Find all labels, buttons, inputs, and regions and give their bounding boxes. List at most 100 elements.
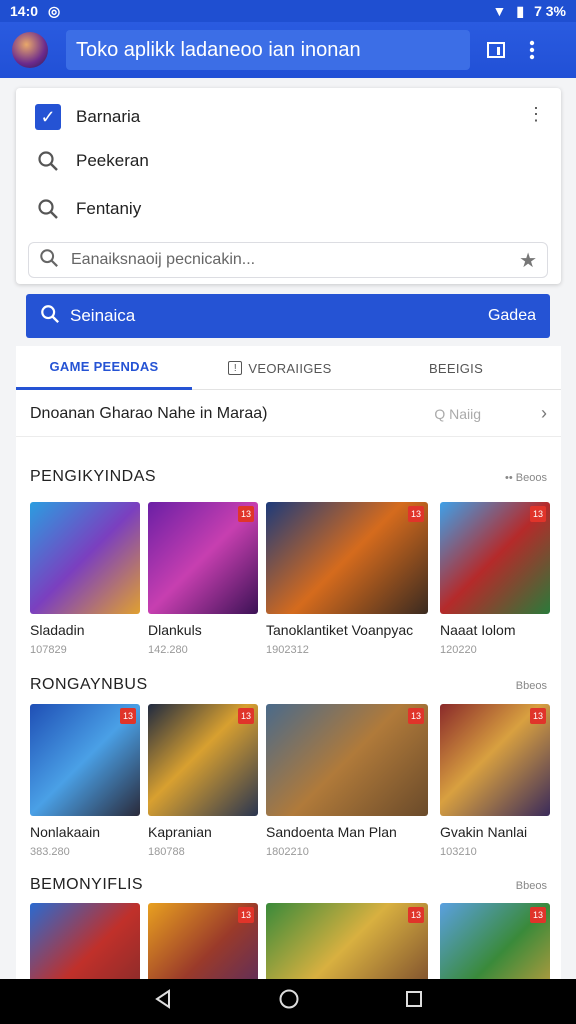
suggestion-item-2[interactable]: Peekeran xyxy=(34,146,149,176)
game-card[interactable]: 13 Nonlakaain 383.280 xyxy=(30,704,140,858)
age-rating-badge: 13 xyxy=(530,708,546,724)
suggestion-item-3[interactable]: Fentaniy xyxy=(34,194,141,224)
section-more-link[interactable]: Bbeos xyxy=(516,880,547,892)
game-thumbnail: 13 xyxy=(266,704,428,816)
chevron-right-icon: › xyxy=(541,403,547,423)
section-title: RONGAYNBUS xyxy=(30,676,148,693)
search-icon xyxy=(39,248,59,273)
game-thumbnail: 13 xyxy=(30,704,140,816)
game-title: Sandoenta Man Plan xyxy=(266,824,397,840)
section-title: PENGIKYINDAS xyxy=(30,468,157,485)
age-rating-badge: 13 xyxy=(238,506,254,522)
search-icon xyxy=(34,195,62,223)
back-icon[interactable] xyxy=(153,989,173,1014)
game-thumbnail: 13 xyxy=(440,903,550,979)
search-suggestions-dropdown: ✓ Barnaria ⋮ Peekeran Fentaniy Eanaiksna… xyxy=(16,88,561,284)
game-card[interactable]: 13 Dlankuls 142.280 xyxy=(148,502,258,656)
game-thumbnail xyxy=(30,502,140,614)
tab-beeigis[interactable]: BEEIGIS xyxy=(368,346,544,390)
game-title: Gvakin Nanlai xyxy=(440,824,528,840)
tab-bar: GAME PEENDAS ! VEORAIIGES BEEIGIS xyxy=(16,346,561,390)
game-thumbnail: 13 xyxy=(148,502,258,614)
game-card[interactable]: 13 xyxy=(148,903,258,979)
age-rating-badge: 13 xyxy=(408,506,424,522)
tab-veoraiiges[interactable]: ! VEORAIIGES xyxy=(192,346,368,390)
status-time: 14:0 xyxy=(10,3,39,19)
age-rating-badge: 13 xyxy=(408,708,424,724)
game-thumbnail: 13 xyxy=(148,704,258,816)
section-more-link[interactable]: •• Beoos xyxy=(505,472,547,484)
game-downloads: 1902312 xyxy=(266,644,309,656)
battery-level: 7 3% xyxy=(534,3,566,19)
suggestion-label: Barnaria xyxy=(76,107,141,126)
game-card[interactable]: 13 xyxy=(266,903,428,979)
more-vert-icon[interactable] xyxy=(522,40,542,60)
game-downloads: 107829 xyxy=(30,644,67,656)
suggestion-label: Fentaniy xyxy=(76,199,142,218)
age-rating-badge: 13 xyxy=(238,708,254,724)
avatar[interactable] xyxy=(12,32,48,68)
suggestion-item-1[interactable]: ✓ Barnaria xyxy=(34,102,140,132)
system-nav-bar xyxy=(0,979,576,1024)
game-title: Nonlakaain xyxy=(30,824,101,840)
age-rating-badge: 13 xyxy=(530,907,546,923)
game-downloads: 180788 xyxy=(148,846,185,858)
game-thumbnail: 13 xyxy=(440,502,550,614)
search-icon xyxy=(40,304,60,329)
age-rating-badge: 13 xyxy=(408,907,424,923)
notification-icon: ◎ xyxy=(48,2,61,19)
search-placeholder: Eanaiksnaoij pecnicakin... xyxy=(71,251,256,268)
app-bar: Toko aplikk ladaneoo ian inonan xyxy=(0,22,576,78)
game-title: Tanoklantiket Voanpyac xyxy=(266,622,414,638)
age-rating-badge: 13 xyxy=(120,708,136,724)
game-card[interactable]: 13 Gvakin Nanlai 103210 xyxy=(440,704,550,858)
age-rating-badge: 13 xyxy=(530,506,546,522)
info-icon: ! xyxy=(228,361,243,375)
game-title: Kapranian xyxy=(148,824,212,840)
game-card[interactable]: 13 Kapranian 180788 xyxy=(148,704,258,858)
section-more-link[interactable]: Bbeos xyxy=(516,680,547,692)
game-thumbnail: 13 xyxy=(266,903,428,979)
home-icon[interactable] xyxy=(278,988,300,1015)
age-rating-badge: 13 xyxy=(238,907,254,923)
game-thumbnail: 13 xyxy=(440,704,550,816)
star-icon[interactable]: ★ xyxy=(519,248,537,273)
status-bar: 14:0 ◎ ▼ ▮ 7 3% xyxy=(0,0,576,22)
search-icon xyxy=(34,147,62,175)
game-thumbnail xyxy=(30,903,140,979)
search-bar-action[interactable]: Gadea xyxy=(488,307,536,325)
game-card[interactable]: 13 Sandoenta Man Plan 1802210 xyxy=(266,704,428,858)
game-downloads: 103210 xyxy=(440,846,477,858)
content-panel: GAME PEENDAS ! VEORAIIGES BEEIGIS Dnoanan… xyxy=(16,346,561,979)
search-input[interactable]: Toko aplikk ladaneoo ian inonan xyxy=(66,30,470,70)
section-title: BEMONYIFLIS xyxy=(30,876,144,893)
info-row-label: Dnoanan Gharao Nahe in Maraa) xyxy=(30,404,268,422)
tab-game-peendas[interactable]: GAME PEENDAS xyxy=(16,346,192,390)
more-vert-icon[interactable]: ⋮ xyxy=(527,104,545,125)
game-card[interactable] xyxy=(30,903,140,979)
info-row[interactable]: Dnoanan Gharao Nahe in Maraa) Q Naiig › xyxy=(16,391,561,437)
game-title: Sladadin xyxy=(30,622,85,638)
battery-icon: ▮ xyxy=(516,2,525,19)
suggestion-label: Peekeran xyxy=(76,151,149,170)
game-card[interactable]: 13 Tanoklantiket Voanpyac 1902312 xyxy=(266,502,428,656)
game-title: Dlankuls xyxy=(148,622,202,638)
game-card[interactable]: 13 Naaat Iolom 120220 xyxy=(440,502,550,656)
checkbox-icon[interactable]: ✓ xyxy=(34,103,62,131)
game-downloads: 1802210 xyxy=(266,846,309,858)
game-thumbnail: 13 xyxy=(266,502,428,614)
game-downloads: 142.280 xyxy=(148,644,188,656)
game-thumbnail: 13 xyxy=(148,903,258,979)
wifi-icon: ▼ xyxy=(492,3,507,19)
game-title: Naaat Iolom xyxy=(440,622,516,638)
game-downloads: 383.280 xyxy=(30,846,70,858)
window-icon[interactable] xyxy=(486,40,506,60)
search-bar-active[interactable]: Seinaica Gadea xyxy=(26,294,550,338)
game-card[interactable]: Sladadin 107829 xyxy=(30,502,140,656)
info-row-status: Q Naiig xyxy=(434,405,481,422)
search-text: Toko aplikk ladaneoo ian inonan xyxy=(76,38,361,61)
search-bar-label: Seinaica xyxy=(70,306,136,325)
game-card[interactable]: 13 xyxy=(440,903,550,979)
recents-icon[interactable] xyxy=(405,990,423,1013)
suggestion-search-field[interactable]: Eanaiksnaoij pecnicakin... ★ xyxy=(28,242,548,278)
